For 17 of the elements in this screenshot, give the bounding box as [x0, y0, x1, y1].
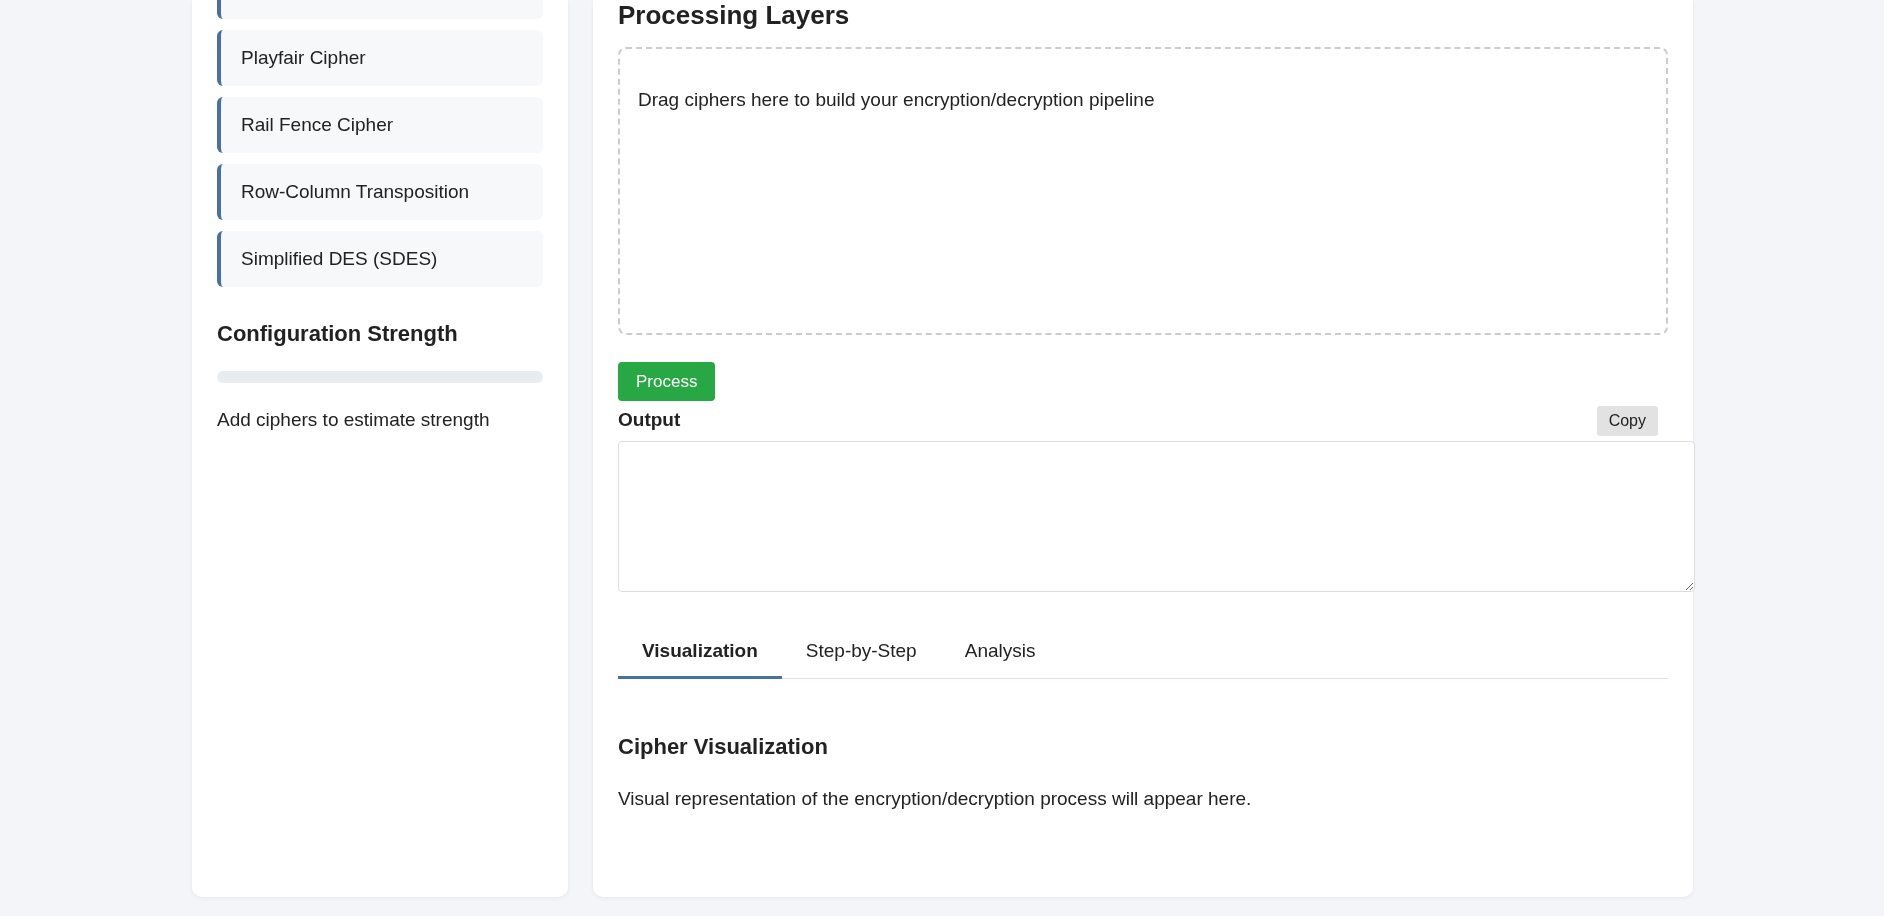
drop-zone-hint: Drag ciphers here to build your encryption/decryption pipeline: [638, 89, 1155, 110]
tab[interactable]: Visualization: [618, 626, 782, 679]
tab[interactable]: Analysis: [940, 626, 1060, 679]
cipher-item[interactable]: Row-Column Transposition: [217, 164, 543, 220]
copy-button[interactable]: Copy: [1596, 406, 1658, 436]
cipher-item[interactable]: Playfair Cipher: [217, 30, 543, 86]
tab[interactable]: Step-by-Step: [781, 626, 941, 679]
panel-heading: Cipher Visualization: [618, 734, 829, 760]
panel-text: Visual representation of the encryption/decryption process will appear here.: [618, 788, 1253, 810]
output-label: Output: [618, 409, 681, 430]
strength-message: Add ciphers to estimate strength: [217, 409, 491, 431]
drop-zone[interactable]: Drag ciphers here to build your encryption/decryption pipeline: [618, 47, 1668, 335]
output-field[interactable]: [618, 441, 1695, 592]
section-heading: Processing Layers: [618, 0, 851, 32]
cipher-item[interactable]: Simplified DES (SDES): [217, 231, 543, 287]
section-heading: Configuration Strength: [217, 321, 459, 347]
cipher-item[interactable]: Rail Fence Cipher: [217, 97, 543, 153]
